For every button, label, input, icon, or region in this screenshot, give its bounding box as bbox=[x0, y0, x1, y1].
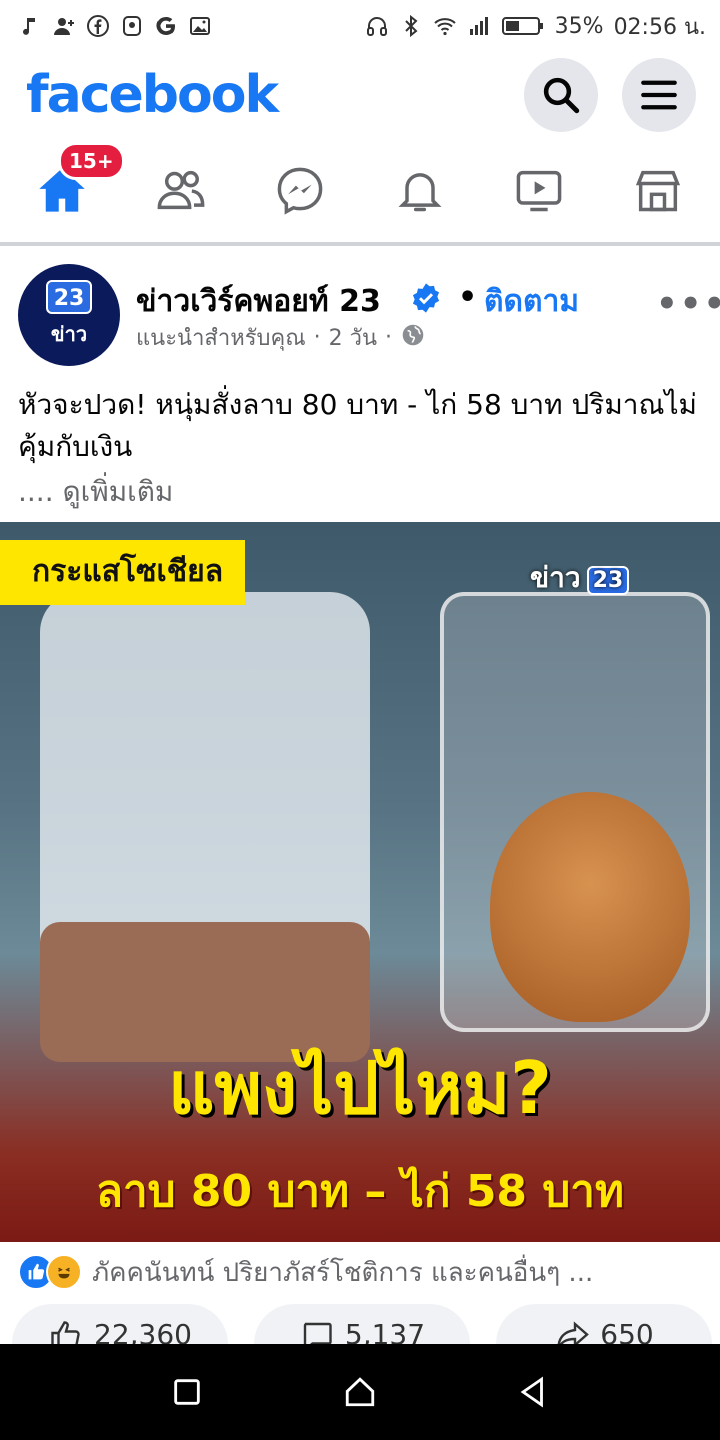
comment-button[interactable]: 5,137 bbox=[254, 1304, 470, 1344]
share-count: 650 bbox=[600, 1318, 654, 1344]
back-icon[interactable] bbox=[516, 1375, 550, 1409]
post-image[interactable]: กระแสโซเชียล ข่าว 23 แพงไปไหม? ลาบ 80 บาท… bbox=[0, 522, 720, 1242]
app-header: facebook bbox=[0, 52, 720, 138]
post-time[interactable]: 2 วัน bbox=[329, 320, 377, 355]
meta-separator: · bbox=[385, 325, 393, 350]
haha-reaction-icon bbox=[46, 1254, 82, 1290]
share-button[interactable]: 650 bbox=[496, 1304, 712, 1344]
notification-count-badge: 15+ bbox=[58, 142, 125, 180]
wifi-icon bbox=[433, 14, 457, 38]
post-caption: หัวจะปวด! หนุ่มสั่งลาบ 80 บาท - ไก่ 58 บ… bbox=[18, 388, 698, 463]
facebook-notification-icon bbox=[86, 14, 110, 38]
gallery-icon bbox=[188, 14, 212, 38]
messenger-icon bbox=[278, 167, 323, 215]
image-tag-label: กระแสโซเชียล bbox=[0, 540, 246, 605]
tab-watch[interactable] bbox=[511, 162, 567, 218]
menu-button[interactable] bbox=[622, 58, 696, 132]
home-nav-icon[interactable] bbox=[343, 1375, 377, 1409]
image-subline: ลาบ 80 บาท – ไก่ 58 บาท bbox=[95, 1166, 625, 1217]
battery-icon bbox=[501, 14, 545, 38]
app-notification-icon bbox=[120, 14, 144, 38]
suggested-label: แนะนำสำหรับคุณ bbox=[136, 326, 306, 351]
image-brand-watermark: ข่าว 23 bbox=[530, 556, 630, 600]
follow-button[interactable]: ติดตาม bbox=[484, 278, 579, 325]
comment-count: 5,137 bbox=[344, 1318, 426, 1344]
signal-icon bbox=[467, 14, 491, 38]
headphones-icon bbox=[365, 14, 389, 38]
facebook-logo: facebook bbox=[26, 65, 279, 125]
post-header: 23 ข่าว ข่าวเวิร์คพอยท์ 23 • ติดตาม ••• … bbox=[0, 258, 720, 370]
bell-icon bbox=[398, 173, 442, 212]
marketplace-icon bbox=[635, 170, 680, 212]
add-friend-icon bbox=[52, 14, 76, 38]
image-brand-text: ข่าว bbox=[530, 561, 581, 594]
chicken-graphic bbox=[490, 792, 690, 1022]
google-icon bbox=[154, 14, 178, 38]
tab-messenger[interactable] bbox=[272, 162, 328, 218]
tab-notifications[interactable] bbox=[392, 162, 448, 218]
post-meta: แนะนำสำหรับคุณ · 2 วัน · bbox=[136, 320, 426, 355]
avatar-number: 23 bbox=[46, 280, 92, 314]
avatar-text: ข่าว bbox=[50, 322, 88, 346]
video-icon bbox=[516, 170, 562, 212]
thumbs-up-icon bbox=[51, 1321, 80, 1344]
hamburger-icon bbox=[641, 80, 677, 110]
like-count: 22,360 bbox=[94, 1318, 192, 1344]
reactions-names: ภัคคนันทน์ ปริยาภัสร์โชติการ และคนอื่นๆ … bbox=[92, 1257, 594, 1288]
recents-icon[interactable] bbox=[170, 1375, 204, 1409]
status-bar: 35% 02:56 น. bbox=[0, 0, 720, 52]
bluetooth-icon bbox=[399, 14, 423, 38]
share-icon bbox=[557, 1321, 590, 1344]
search-button[interactable] bbox=[524, 58, 598, 132]
clock: 02:56 น. bbox=[613, 14, 706, 40]
tab-friends[interactable] bbox=[153, 162, 209, 218]
meta-separator: · bbox=[313, 325, 321, 350]
image-brand-number: 23 bbox=[586, 566, 630, 595]
post-options-button[interactable]: ••• bbox=[656, 284, 720, 324]
music-icon bbox=[18, 14, 42, 38]
post-actions: 22,360 5,137 650 bbox=[12, 1304, 712, 1344]
header-divider bbox=[0, 242, 720, 246]
system-nav-bar bbox=[0, 1344, 720, 1440]
search-icon bbox=[543, 77, 580, 114]
tab-marketplace[interactable] bbox=[630, 162, 686, 218]
page-name[interactable]: ข่าวเวิร์คพอยท์ 23 bbox=[136, 278, 381, 325]
image-headline: แพงไปไหม? bbox=[168, 1046, 552, 1130]
follow-separator: • bbox=[458, 280, 478, 315]
comment-icon bbox=[303, 1322, 332, 1344]
tab-home[interactable]: 15+ bbox=[34, 142, 125, 218]
like-button[interactable]: 22,360 bbox=[12, 1304, 228, 1344]
page-avatar[interactable]: 23 ข่าว bbox=[18, 264, 120, 366]
verified-badge-icon bbox=[412, 283, 440, 313]
tab-bar: 15+ bbox=[0, 138, 720, 242]
see-more-link[interactable]: .... ดูเพิ่มเติม bbox=[18, 470, 173, 514]
friends-icon bbox=[157, 170, 205, 210]
public-globe-icon bbox=[400, 322, 426, 354]
battery-percent: 35% bbox=[554, 13, 604, 39]
reactions-summary[interactable]: ภัคคนันทน์ ปริยาภัสร์โชติการ และคนอื่นๆ … bbox=[18, 1252, 708, 1292]
